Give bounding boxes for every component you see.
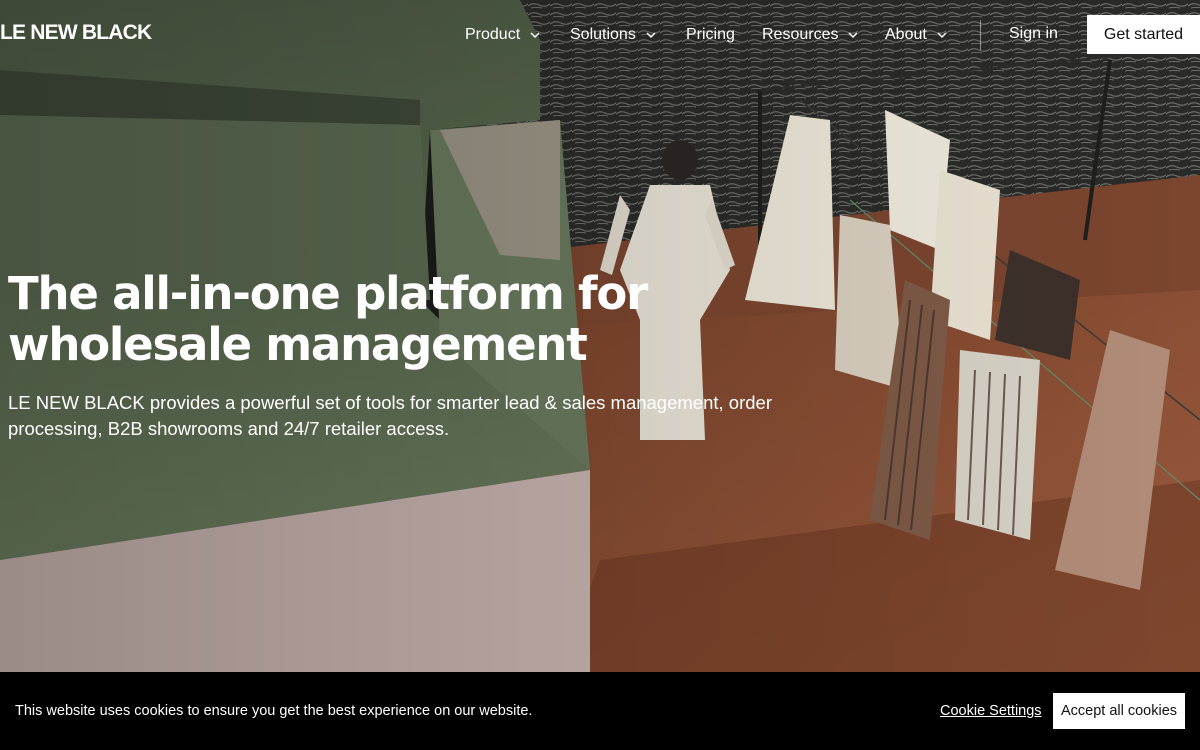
chevron-down-icon	[846, 28, 860, 42]
top-navigation: LE NEW BLACK Product Solutions Pricing R…	[0, 0, 1200, 70]
hero-subtitle: LE NEW BLACK provides a powerful set of …	[8, 390, 808, 442]
hero-title-line: The all-in-one platform for	[8, 267, 648, 320]
nav-item-label: About	[885, 26, 927, 43]
nav-item-label: Resources	[762, 26, 839, 43]
nav-item-product[interactable]: Product	[465, 26, 542, 44]
hero-title-line: wholesale management	[8, 318, 588, 371]
nav-item-about[interactable]: About	[885, 26, 949, 44]
accept-all-cookies-button[interactable]: Accept all cookies	[1053, 693, 1185, 729]
brand-logo[interactable]: LE NEW BLACK	[0, 21, 152, 45]
nav-item-label: Pricing	[686, 26, 735, 43]
chevron-down-icon	[528, 28, 542, 42]
chevron-down-icon	[644, 28, 658, 42]
nav-item-solutions[interactable]: Solutions	[570, 26, 658, 44]
cookie-banner: This website uses cookies to ensure you …	[0, 672, 1200, 750]
get-started-button[interactable]: Get started	[1087, 15, 1200, 54]
nav-item-resources[interactable]: Resources	[762, 26, 860, 44]
cookie-settings-link[interactable]: Cookie Settings	[940, 703, 1042, 719]
hero-title: The all-in-one platform for wholesale ma…	[8, 268, 708, 370]
chevron-down-icon	[935, 28, 949, 42]
cookie-message: This website uses cookies to ensure you …	[15, 703, 533, 719]
nav-item-label: Solutions	[570, 26, 636, 43]
sign-in-link[interactable]: Sign in	[1009, 25, 1058, 43]
nav-divider	[980, 20, 981, 50]
hero-subtitle-line: processing, B2B showrooms and 24/7 retai…	[8, 418, 450, 439]
nav-item-pricing[interactable]: Pricing	[686, 26, 735, 44]
nav-item-label: Product	[465, 26, 521, 43]
hero-subtitle-line: LE NEW BLACK provides a powerful set of …	[8, 392, 772, 413]
